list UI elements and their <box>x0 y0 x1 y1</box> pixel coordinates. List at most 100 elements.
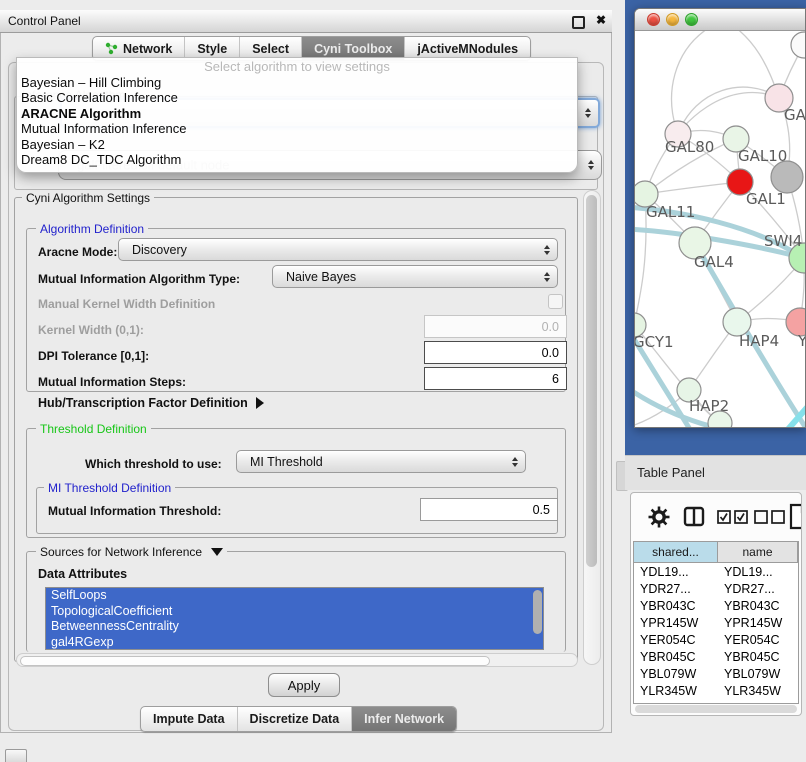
dpi-tolerance-label: DPI Tolerance [0,1]: <box>38 349 149 363</box>
attribute-list-item[interactable]: gal4RGexp <box>46 635 543 650</box>
network-edge[interactable] <box>635 194 646 325</box>
settings-vertical-scrollbar[interactable] <box>583 190 601 665</box>
table-cell: YBL079W <box>634 667 718 681</box>
table-header-row: shared...nameA... <box>634 542 798 563</box>
network-node[interactable] <box>771 161 803 193</box>
algorithm-option[interactable]: Bayesian – K2 <box>17 137 577 152</box>
aracne-mode-label: Aracne Mode: <box>38 245 117 259</box>
tab-label: Discretize Data <box>250 712 340 726</box>
algorithm-option[interactable]: Mutual Information Inference <box>17 121 577 136</box>
apply-button[interactable]: Apply <box>268 673 340 697</box>
threshold-definition-legend: Threshold Definition <box>36 422 151 436</box>
network-node[interactable] <box>791 32 805 58</box>
control-panel-titlebar[interactable]: Control Panel ✖ <box>0 10 612 33</box>
zoom-traffic-light-icon[interactable] <box>685 13 698 26</box>
table-row[interactable]: YBR043CYBR043C <box>634 597 798 614</box>
table-row[interactable]: YER054CYER054C8. <box>634 631 798 648</box>
node-label: GAL11 <box>646 203 695 221</box>
attribute-list-item[interactable]: BetweennessCentrality <box>46 619 543 635</box>
node-label: HAP4 <box>739 332 779 350</box>
tab-label: jActiveMNodules <box>417 42 518 56</box>
network-window-titlebar[interactable] <box>635 9 805 31</box>
column-header[interactable]: name <box>718 542 798 563</box>
column-header[interactable]: A... <box>798 542 799 563</box>
node-label: GCY1 <box>635 333 674 351</box>
tab-infer-network[interactable]: Infer Network <box>352 707 456 731</box>
table-panel-titlebar[interactable]: Table Panel <box>625 455 806 490</box>
which-threshold-label: Which threshold to use: <box>85 457 222 471</box>
algorithm-option[interactable]: Basic Correlation Inference <box>17 90 577 105</box>
table-cell: YPR145W <box>634 616 718 630</box>
table-row[interactable]: YIL052CYIL052C9. <box>634 699 798 704</box>
dpi-tolerance-value: 0.0 <box>542 346 559 360</box>
dropdown-prompt: Select algorithm to view settings <box>17 58 577 75</box>
which-threshold-combo[interactable]: MI Threshold <box>236 450 526 473</box>
mi-type-value: Naive Bayes <box>286 270 356 284</box>
tab-impute-data[interactable]: Impute Data <box>141 707 238 731</box>
mi-steps-field[interactable]: 6 <box>424 367 567 390</box>
network-view-window[interactable]: GALGAL80GAL10GAL1GAL11SWI4GAL4GCY1HAP4YH… <box>634 8 806 428</box>
table-cell: YBR045C <box>634 650 718 664</box>
tab-label: Cyni Toolbox <box>314 42 392 56</box>
which-threshold-value: MI Threshold <box>250 455 323 469</box>
table-cell: YER054C <box>718 633 798 647</box>
tab-label: Style <box>197 42 227 56</box>
minimize-traffic-light-icon[interactable] <box>666 13 679 26</box>
table-cell: 9. <box>798 701 799 705</box>
node-label: GAL80 <box>665 138 714 156</box>
dpi-tolerance-field[interactable]: 0.0 <box>424 341 567 364</box>
combo-stepper-icon <box>544 272 550 282</box>
sources-legend[interactable]: Sources for Network Inference <box>36 545 227 559</box>
column-header[interactable]: shared... <box>634 542 718 563</box>
aracne-mode-combo[interactable]: Discovery <box>118 238 558 261</box>
network-canvas[interactable]: GALGAL80GAL10GAL1GAL11SWI4GAL4GCY1HAP4YH… <box>635 31 805 427</box>
close-window-icon[interactable]: ✖ <box>596 13 606 27</box>
combo-stepper-icon <box>544 245 550 255</box>
table-row[interactable]: YDR27...YDR27...12 <box>634 580 798 597</box>
table-cell: YDL19... <box>634 565 718 579</box>
mi-threshold-value: 0.5 <box>533 503 550 517</box>
table-row[interactable]: YBL079WYBL079W <box>634 665 798 682</box>
tab-label: Infer Network <box>364 712 444 726</box>
combo-stepper-icon <box>512 457 518 467</box>
table-cell: YIL052C <box>718 701 798 705</box>
table-row[interactable]: YPR145WYPR145W9. <box>634 614 798 631</box>
data-attributes-list[interactable]: SelfLoopsTopologicalCoefficientBetweenne… <box>45 587 544 650</box>
column-layout-icon[interactable] <box>683 506 705 528</box>
table-row[interactable]: YBR045CYBR045C9. <box>634 648 798 665</box>
network-edge[interactable] <box>672 31 707 134</box>
table-cell: YER054C <box>634 633 718 647</box>
table-row[interactable]: YLR345WYLR345W9. <box>634 682 798 699</box>
mi-threshold-field[interactable]: 0.5 <box>420 498 558 521</box>
table-cell: YLR345W <box>634 684 718 698</box>
mi-steps-value: 6 <box>552 372 559 386</box>
float-window-icon[interactable] <box>572 16 585 29</box>
table-horizontal-scrollbar[interactable] <box>635 705 797 713</box>
select-all-columns-icon[interactable] <box>717 510 748 524</box>
settings-gear-icon[interactable] <box>647 505 671 529</box>
scrollbar-thumb[interactable] <box>586 195 597 567</box>
function-builder-icon[interactable] <box>789 503 802 530</box>
manual-kernel-checkbox[interactable] <box>548 294 563 309</box>
table-row[interactable]: YDL19...YDL19...13 <box>634 563 798 580</box>
deselect-all-columns-icon[interactable] <box>754 510 785 524</box>
table-cell: 13 <box>798 565 799 579</box>
mi-threshold-label: Mutual Information Threshold: <box>48 504 221 518</box>
table-cell: YDR27... <box>634 582 718 596</box>
attribute-list-item[interactable]: SelfLoops <box>46 588 543 604</box>
hub-factor-expander[interactable]: Hub/Transcription Factor Definition <box>38 396 264 410</box>
tab-discretize-data[interactable]: Discretize Data <box>238 707 353 731</box>
algorithm-option[interactable]: Bayesian – Hill Climbing <box>17 75 577 90</box>
table-cell: 12 <box>798 582 799 596</box>
settings-horizontal-scrollbar[interactable] <box>16 653 578 667</box>
close-traffic-light-icon[interactable] <box>647 13 660 26</box>
mi-type-combo[interactable]: Naive Bayes <box>272 265 558 288</box>
network-desktop-area: GALGAL80GAL10GAL1GAL11SWI4GAL4GCY1HAP4YH… <box>625 0 806 455</box>
collapsed-panel-button[interactable] <box>5 749 27 762</box>
scrollbar-thumb[interactable] <box>20 656 490 666</box>
algorithm-option[interactable]: ARACNE Algorithm <box>17 106 577 121</box>
node-attribute-table[interactable]: shared...nameA... YDL19...YDL19...13YDR2… <box>633 541 799 704</box>
attribute-list-item[interactable]: TopologicalCoefficient <box>46 604 543 620</box>
algorithm-option[interactable]: Dream8 DC_TDC Algorithm <box>17 152 577 167</box>
list-scrollbar-thumb[interactable] <box>533 590 542 634</box>
